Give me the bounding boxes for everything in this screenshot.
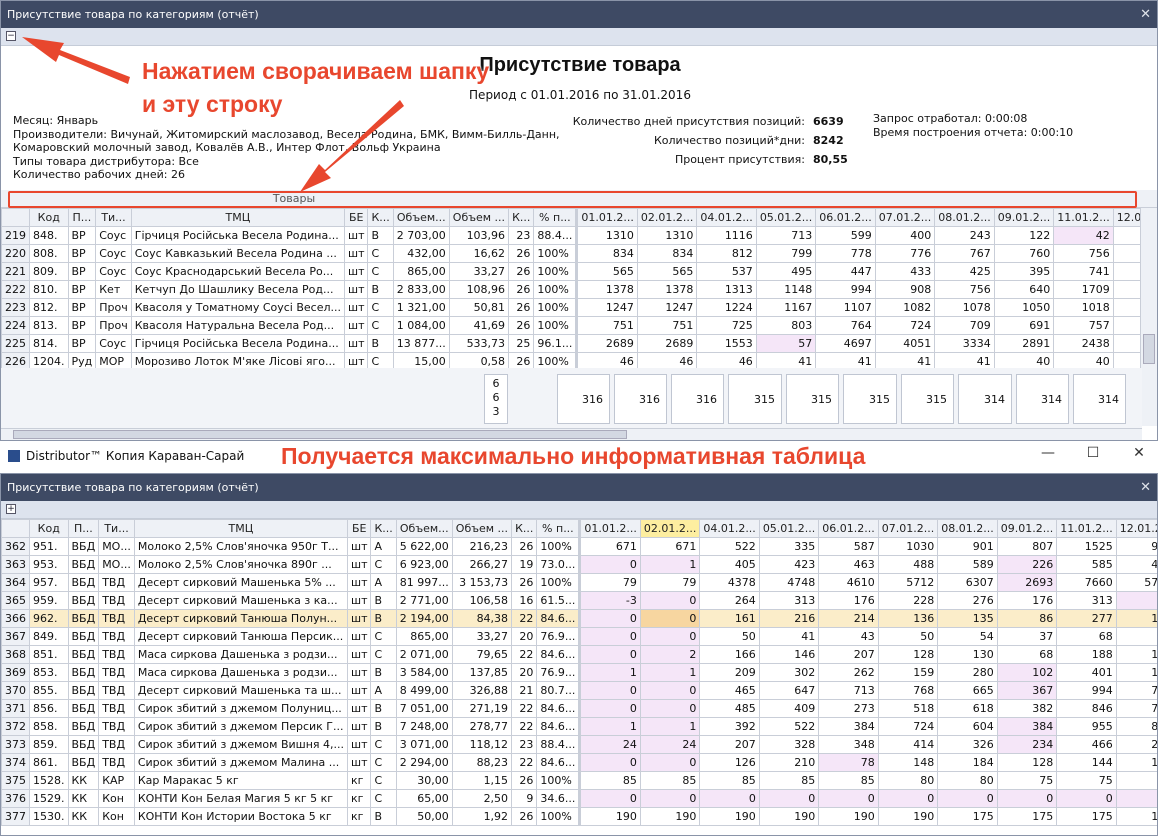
arrow-to-group-row [300, 100, 404, 192]
annotation-collapse-line1: Нажатием сворачиваем шапку [142, 58, 490, 84]
arrow-to-toggle [22, 37, 130, 84]
annotation-result: Получается максимально информативная таб… [281, 443, 866, 469]
annotation-arrows [22, 37, 404, 192]
annotation-collapse-line2: и эту строку [142, 91, 283, 117]
